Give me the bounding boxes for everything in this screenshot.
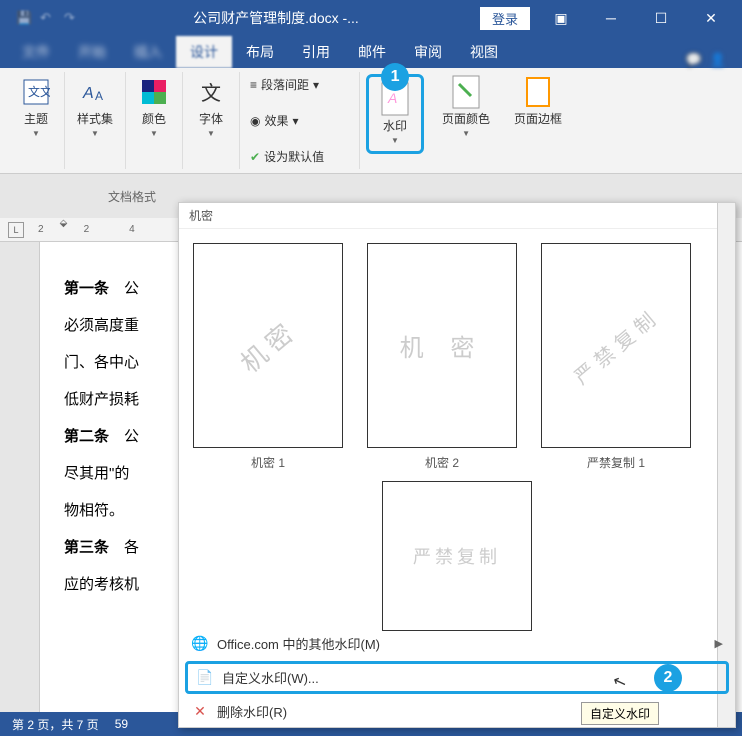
tab-reference[interactable]: 引用 (288, 36, 344, 68)
callout-badge-1: 1 (381, 63, 409, 91)
quick-access-toolbar: 💾 ↶ ↷ (16, 10, 80, 26)
watermark-preset-1[interactable]: 机密 机密 1 (193, 243, 343, 471)
watermark-preset-2[interactable]: 机 密 机密 2 (367, 243, 517, 471)
font-icon: 文 (195, 76, 227, 108)
theme-icon: 文文 (20, 76, 52, 108)
title-bar: 💾 ↶ ↷ 公司财产管理制度.docx -... 登录 ▣ ─ ☐ ✕ (0, 0, 742, 36)
login-button[interactable]: 登录 (480, 7, 530, 30)
tab-file[interactable]: 文件 (8, 36, 64, 68)
watermark-dropdown-panel: 机密 机密 机密 1 机 密 机密 2 严禁复制 严禁复制 1 严禁复制 🌐 O… (178, 202, 736, 728)
cursor-icon: ↖ (610, 670, 629, 693)
theme-button[interactable]: 文文 主题 ▼ (14, 74, 58, 140)
ribbon: 文文 主题 ▼ AA 样式集 ▼ 颜色 ▼ 文 字体 ▼ ≡ 段落间距 ▾ (0, 68, 742, 174)
color-button[interactable]: 颜色 ▼ (132, 74, 176, 140)
styleset-icon: AA (79, 76, 111, 108)
page-border-button[interactable]: 页面边框 (508, 74, 568, 129)
set-default-button[interactable]: ✔ 设为默认值 (246, 146, 328, 167)
svg-text:A: A (387, 90, 397, 106)
tooltip: 自定义水印 (581, 702, 659, 725)
watermark-button[interactable]: A 水印 ▼ 1 (366, 74, 424, 154)
tab-view[interactable]: 视图 (456, 36, 512, 68)
tab-selector[interactable]: L (8, 222, 24, 238)
minimize-icon[interactable]: ─ (588, 0, 634, 36)
svg-text:文: 文 (201, 82, 221, 105)
ribbon-tabs: 文件 开始 插入 设计 布局 引用 邮件 审阅 视图 💬 👤 (0, 36, 742, 68)
chevron-right-icon: ▶ (715, 637, 723, 650)
share-icon[interactable]: 👤 (710, 52, 726, 68)
watermark-preset-4[interactable]: 严禁复制 (193, 481, 721, 631)
tab-start[interactable]: 开始 (64, 36, 120, 68)
chevron-down-icon: ▼ (150, 129, 158, 138)
page-icon: 📄 (196, 669, 214, 687)
styleset-button[interactable]: AA 样式集 ▼ (71, 74, 119, 140)
color-icon (138, 76, 170, 108)
tab-design[interactable]: 设计 (176, 36, 232, 68)
indent-marker-icon[interactable]: ⬙ (60, 218, 68, 229)
chevron-down-icon: ▼ (391, 136, 399, 145)
effect-button[interactable]: ◉ 效果 ▾ (246, 110, 303, 131)
globe-icon: 🌐 (191, 635, 209, 653)
watermark-preset-3[interactable]: 严禁复制 严禁复制 1 (541, 243, 691, 471)
tab-insert[interactable]: 插入 (120, 36, 176, 68)
page-color-icon (450, 76, 482, 108)
font-button[interactable]: 文 字体 ▼ (189, 74, 233, 140)
watermark-section-header: 机密 (179, 203, 735, 229)
chevron-down-icon: ▼ (462, 129, 470, 138)
doc-format-label: 文档格式 (108, 188, 156, 205)
chevron-down-icon: ▼ (32, 129, 40, 138)
svg-text:A: A (82, 85, 94, 102)
chevron-down-icon: ▼ (91, 129, 99, 138)
page-border-icon (522, 76, 554, 108)
paragraph-spacing-button[interactable]: ≡ 段落间距 ▾ (246, 74, 323, 95)
effect-icon: ◉ (250, 114, 260, 128)
ribbon-options-icon[interactable]: ▣ (538, 0, 584, 36)
tab-review[interactable]: 审阅 (400, 36, 456, 68)
check-icon: ✔ (250, 150, 260, 164)
maximize-icon[interactable]: ☐ (638, 0, 684, 36)
chevron-down-icon: ▼ (207, 129, 215, 138)
close-icon[interactable]: ✕ (688, 0, 734, 36)
callout-badge-2: 2 (654, 664, 682, 692)
document-title: 公司财产管理制度.docx -... (80, 8, 472, 28)
tell-me-icon[interactable]: 💬 (686, 52, 702, 68)
page-color-button[interactable]: 页面颜色 ▼ (436, 74, 496, 140)
svg-text:文文: 文文 (28, 84, 50, 99)
spacing-icon: ≡ (250, 78, 257, 92)
svg-text:A: A (95, 89, 103, 103)
page-indicator[interactable]: 第 2 页，共 7 页 (12, 716, 99, 733)
tab-layout[interactable]: 布局 (232, 36, 288, 68)
delete-icon: ✕ (191, 703, 209, 721)
window-controls: ▣ ─ ☐ ✕ (538, 0, 734, 36)
chevron-down-icon: ▾ (293, 114, 299, 128)
word-count[interactable]: 59 (115, 717, 128, 731)
chevron-down-icon: ▾ (313, 78, 319, 92)
save-icon[interactable]: 💾 (16, 10, 32, 26)
office-watermarks-menu-item[interactable]: 🌐 Office.com 中的其他水印(M) ▶ (179, 628, 735, 659)
redo-icon[interactable]: ↷ (64, 10, 80, 26)
custom-watermark-menu-item[interactable]: 📄 自定义水印(W)... 2 ↖ (185, 661, 729, 694)
undo-icon[interactable]: ↶ (40, 10, 56, 26)
left-margin (0, 242, 40, 712)
